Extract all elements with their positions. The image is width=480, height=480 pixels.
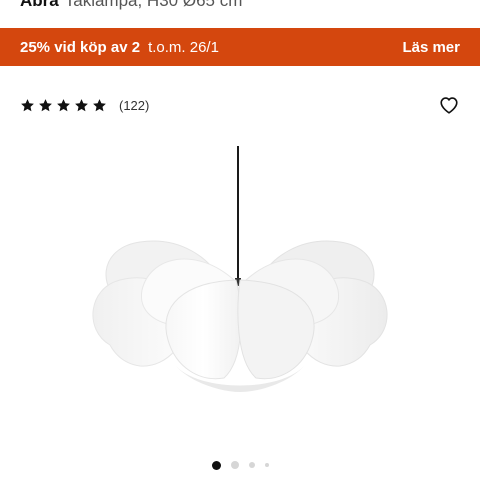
- gallery-dot[interactable]: [248, 462, 255, 468]
- promo-text: 25% vid köp av 2 t.o.m. 26/1: [20, 39, 219, 56]
- star-icon: [93, 98, 106, 111]
- product-title: Abra Taklampa, H30 Ø65 cm: [20, 0, 242, 10]
- promo-banner[interactable]: 25% vid köp av 2 t.o.m. 26/1 Läs mer: [0, 28, 480, 66]
- product-description: Taklampa, H30 Ø65 cm: [64, 0, 243, 10]
- favorite-button[interactable]: [438, 94, 460, 116]
- review-count[interactable]: (122): [119, 98, 149, 113]
- star-icon: [39, 98, 52, 111]
- heart-icon: [440, 97, 458, 114]
- rating-stars[interactable]: [20, 98, 107, 113]
- gallery-dot[interactable]: [264, 463, 269, 467]
- gallery-dot[interactable]: [230, 461, 239, 469]
- product-brand: Abra: [20, 0, 59, 10]
- gallery-dot-active[interactable]: [211, 460, 221, 470]
- promo-offer: 25% vid köp av 2: [20, 38, 141, 56]
- star-icon: [75, 98, 88, 111]
- pendant-lamp-image[interactable]: [0, 130, 480, 450]
- rating-row: (122): [20, 94, 460, 116]
- gallery-pagination: [0, 458, 480, 472]
- promo-date: t.o.m. 26/1: [148, 38, 219, 56]
- read-more-link[interactable]: Läs mer: [402, 39, 460, 56]
- star-icon: [57, 98, 70, 111]
- star-icon: [21, 98, 34, 111]
